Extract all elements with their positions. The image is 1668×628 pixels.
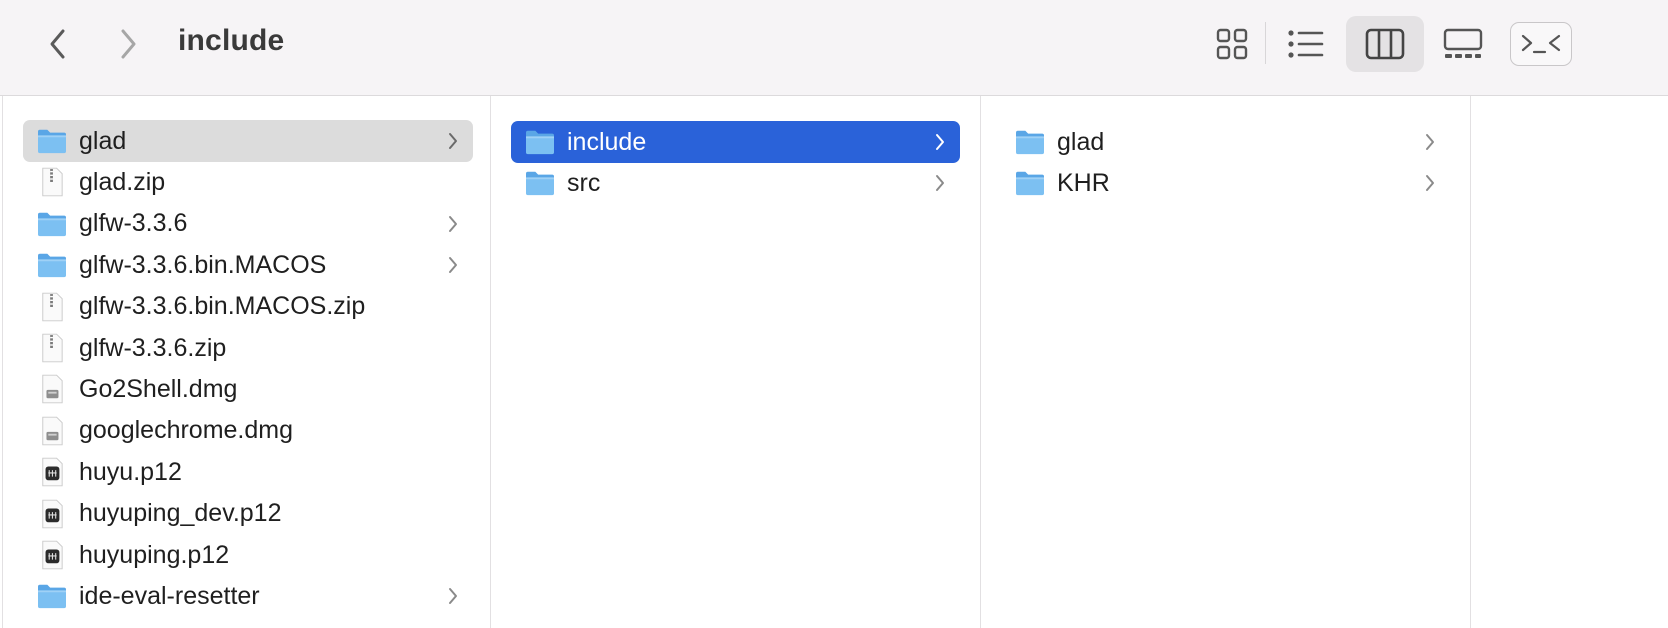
list-item[interactable]: glfw-3.3.6.zip <box>23 327 473 369</box>
chevron-left-icon <box>50 29 65 59</box>
list-item[interactable]: src <box>511 162 960 204</box>
item-label: glfw-3.3.6.zip <box>79 333 227 362</box>
icon-view-icon <box>1216 28 1248 60</box>
folder-icon <box>35 579 69 613</box>
item-label: googlechrome.dmg <box>79 416 294 445</box>
column-4 <box>1471 96 1668 628</box>
folder-icon <box>523 125 557 159</box>
toolbar-separator <box>1265 22 1266 64</box>
folder-icon <box>1013 125 1047 159</box>
list-view-icon <box>1288 30 1324 58</box>
list-item[interactable]: huyu.p12 <box>23 451 473 493</box>
terminal-icon <box>1521 34 1561 54</box>
chevron-right-icon <box>936 134 944 150</box>
window-title: include <box>178 24 285 57</box>
certificate-icon <box>35 455 69 489</box>
disk-image-icon <box>35 414 69 448</box>
column-3[interactable]: glad KHR <box>981 96 1471 628</box>
item-label: glad <box>1057 127 1105 156</box>
list-item[interactable]: glad.zip <box>23 161 473 203</box>
zip-file-icon <box>35 290 69 324</box>
icon-view-button[interactable] <box>1206 16 1258 72</box>
list-item[interactable]: googlechrome.dmg <box>23 410 473 452</box>
forward-button[interactable] <box>108 22 148 66</box>
list-item[interactable]: KHR <box>1001 162 1450 204</box>
list-item[interactable]: glfw-3.3.6 <box>23 203 473 245</box>
list-item[interactable]: glfw-3.3.6.bin.MACOS <box>23 244 473 286</box>
item-label: glad.zip <box>79 167 166 196</box>
list-view-button[interactable] <box>1280 16 1332 72</box>
item-label: glfw-3.3.6.bin.MACOS <box>79 250 327 279</box>
column-browser: glad glad.zip glfw-3.3.6 glfw-3.3.6.bin.… <box>0 96 1668 628</box>
list-item[interactable]: huyuping_dev.p12 <box>23 493 473 535</box>
column-1[interactable]: glad glad.zip glfw-3.3.6 glfw-3.3.6.bin.… <box>2 96 491 628</box>
folder-icon <box>35 207 69 241</box>
list-item[interactable]: glad <box>23 120 473 162</box>
back-button[interactable] <box>38 22 78 66</box>
column-view-button[interactable] <box>1346 16 1424 72</box>
list-item[interactable]: include <box>511 121 960 163</box>
zip-file-icon <box>35 165 69 199</box>
chevron-right-icon <box>449 257 457 274</box>
item-label: huyu.p12 <box>79 457 182 486</box>
item-label: src <box>567 168 601 197</box>
chevron-right-icon <box>449 588 457 605</box>
list-item[interactable]: glad <box>1001 121 1450 163</box>
chevron-right-icon <box>449 133 457 149</box>
item-label: huyuping_dev.p12 <box>79 499 282 528</box>
gallery-view-button[interactable] <box>1436 16 1490 72</box>
open-terminal-button[interactable] <box>1510 22 1572 66</box>
zip-file-icon <box>35 331 69 365</box>
chevron-right-icon <box>449 215 457 232</box>
certificate-icon <box>35 497 69 531</box>
list-item[interactable]: huyuping.p12 <box>23 534 473 576</box>
folder-icon <box>35 124 69 158</box>
item-label: KHR <box>1057 168 1110 197</box>
partially-visible-row <box>23 96 473 110</box>
item-label: Go2Shell.dmg <box>79 374 238 403</box>
list-item[interactable]: ide-eval-resetter <box>23 575 473 617</box>
item-label: include <box>567 127 647 156</box>
gallery-view-icon <box>1443 28 1483 58</box>
item-label: glfw-3.3.6.bin.MACOS.zip <box>79 292 366 321</box>
column-2[interactable]: include src <box>491 96 981 628</box>
disk-image-icon <box>35 372 69 406</box>
folder-icon <box>523 166 557 200</box>
list-item[interactable]: glfw-3.3.6.bin.MACOS.zip <box>23 286 473 328</box>
item-label: huyuping.p12 <box>79 540 230 569</box>
certificate-icon <box>35 538 69 572</box>
column-view-icon <box>1365 28 1405 60</box>
folder-icon <box>1013 166 1047 200</box>
chevron-right-icon <box>121 29 136 59</box>
chevron-right-icon <box>1426 175 1434 192</box>
list-item[interactable]: Go2Shell.dmg <box>23 368 473 410</box>
chevron-right-icon <box>936 175 944 192</box>
toolbar: include <box>0 0 1668 96</box>
folder-icon <box>35 248 69 282</box>
item-label: glfw-3.3.6 <box>79 209 188 238</box>
item-label: glad <box>79 126 127 155</box>
chevron-right-icon <box>1426 134 1434 150</box>
item-label: ide-eval-resetter <box>79 581 260 610</box>
